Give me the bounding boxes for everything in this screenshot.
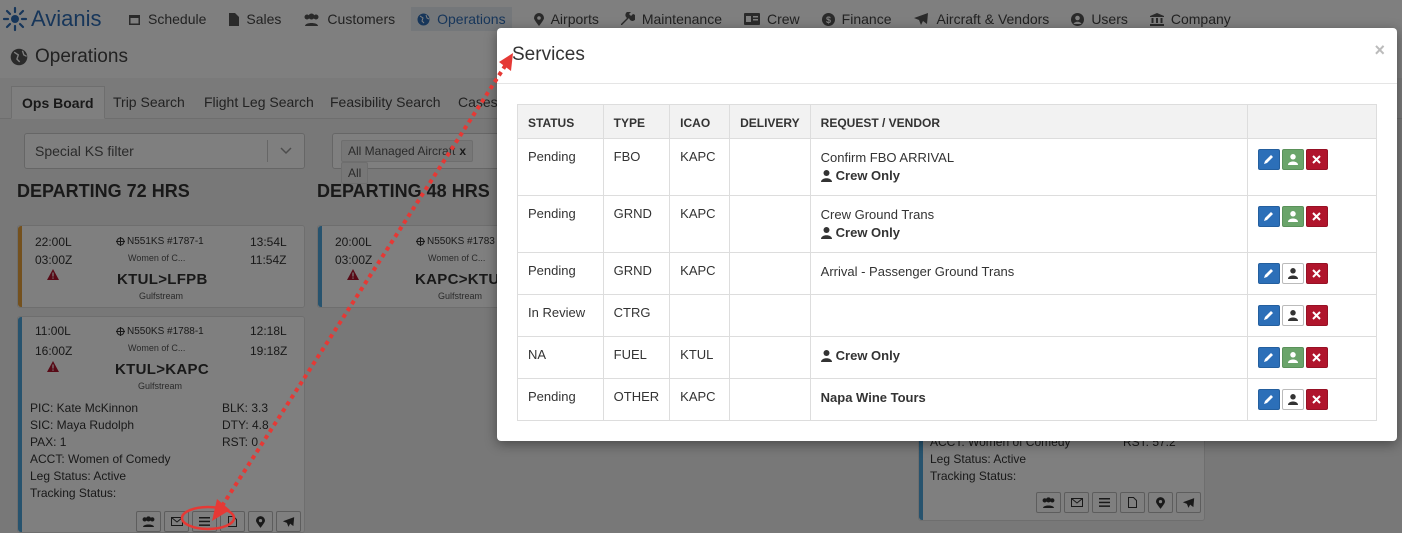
- arrowhead-start-icon: [212, 499, 230, 521]
- annotation-arrow-layer: [180, 53, 513, 531]
- arrowhead-end-icon: [499, 53, 513, 71]
- annotation-arrow-line: [220, 64, 507, 508]
